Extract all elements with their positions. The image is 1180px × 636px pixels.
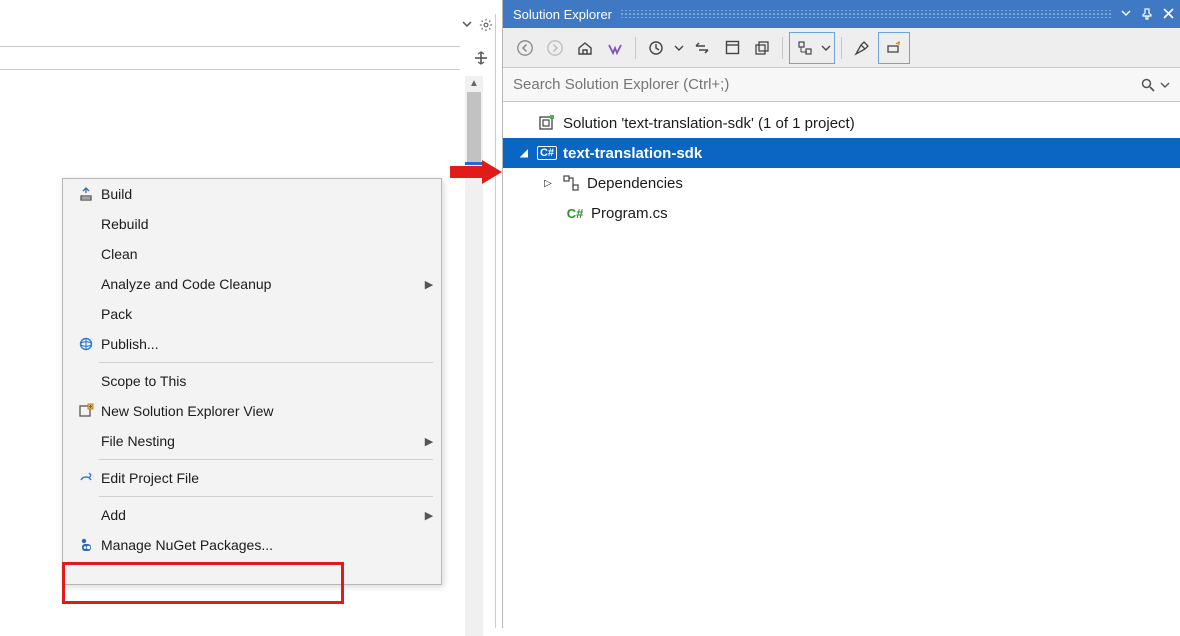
menu-item-file-nesting[interactable]: File Nesting▶: [63, 426, 441, 456]
submenu-arrow-icon: ▶: [417, 509, 441, 522]
menu-separator: [99, 459, 433, 460]
annotation-arrow: [448, 158, 504, 186]
file-name: Program.cs: [591, 205, 668, 222]
preview-selected-button[interactable]: [880, 34, 908, 62]
submenu-arrow-icon: ▶: [417, 435, 441, 448]
split-editor-icon[interactable]: [473, 50, 489, 66]
menu-item-rebuild[interactable]: Rebuild: [63, 209, 441, 239]
nav-back-button[interactable]: [511, 34, 539, 62]
filter-dropdown-icon[interactable]: [672, 34, 686, 62]
switch-views-button[interactable]: [601, 34, 629, 62]
panel-menu-icon[interactable]: [461, 18, 473, 32]
properties-button[interactable]: [848, 34, 876, 62]
publish-icon: [73, 336, 99, 352]
menu-item-label: Clean: [99, 246, 417, 262]
show-all-files-group: [789, 32, 835, 64]
menu-item-new-solution-explorer-view[interactable]: New Solution Explorer View: [63, 396, 441, 426]
tree-solution-node[interactable]: Solution 'text-translation-sdk' (1 of 1 …: [503, 108, 1180, 138]
tree-project-node[interactable]: ◢ C# text-translation-sdk: [503, 138, 1180, 168]
menu-item-label: Scope to This: [99, 373, 417, 389]
panel-grip[interactable]: [620, 10, 1113, 18]
menu-item-pack[interactable]: Pack: [63, 299, 441, 329]
project-context-menu: Build Rebuild Clean Analyze and Code Cleanu…: [62, 178, 442, 585]
search-input[interactable]: [513, 76, 1140, 93]
nuget-icon: [73, 537, 99, 553]
menu-item-label: Analyze and Code Cleanup: [99, 276, 417, 292]
panel-menu-dropdown-icon[interactable]: [1121, 8, 1131, 20]
search-icon[interactable]: [1140, 77, 1156, 93]
menu-item-label: Add: [99, 507, 417, 523]
close-icon[interactable]: [1163, 8, 1174, 20]
dependencies-icon: [561, 174, 581, 192]
menu-item-publish[interactable]: Publish...: [63, 329, 441, 359]
editor-breadcrumb-bar: [0, 46, 460, 70]
solution-explorer-titlebar[interactable]: Solution Explorer: [503, 0, 1180, 28]
show-all-files-button[interactable]: [791, 34, 819, 62]
menu-item-label: Build: [99, 186, 417, 202]
solution-explorer-toolbar: [503, 28, 1180, 68]
menu-item-label: New Solution Explorer View: [99, 403, 417, 419]
search-dropdown-icon[interactable]: [1160, 80, 1170, 90]
pending-changes-filter-button[interactable]: [642, 34, 670, 62]
home-button[interactable]: [571, 34, 599, 62]
menu-item-label: Manage NuGet Packages...: [99, 537, 417, 553]
solution-icon: [537, 114, 557, 132]
menu-item-label: Edit Project File: [99, 470, 417, 486]
solution-tree: Solution 'text-translation-sdk' (1 of 1 …: [503, 102, 1180, 628]
project-name: text-translation-sdk: [563, 145, 702, 162]
menu-item-clean[interactable]: Clean: [63, 239, 441, 269]
collapse-all-button[interactable]: [748, 34, 776, 62]
menu-item-label: Pack: [99, 306, 417, 322]
expand-toggle-icon[interactable]: ◢: [517, 148, 531, 159]
edit-icon: [73, 470, 99, 486]
panel-title: Solution Explorer: [513, 7, 612, 22]
tree-dependencies-node[interactable]: ▷ Dependencies: [503, 168, 1180, 198]
expand-toggle-icon[interactable]: ▷: [541, 178, 555, 189]
gear-icon[interactable]: [479, 18, 493, 32]
submenu-arrow-icon: ▶: [417, 278, 441, 291]
csharp-file-icon: C#: [565, 206, 585, 221]
menu-separator: [99, 496, 433, 497]
sync-active-button[interactable]: [688, 34, 716, 62]
menu-item-edit-project-file[interactable]: Edit Project File: [63, 463, 441, 493]
solution-explorer-search[interactable]: [503, 68, 1180, 102]
menu-item-label: Publish...: [99, 336, 417, 352]
menu-item-label: Rebuild: [99, 216, 417, 232]
solution-label: Solution 'text-translation-sdk' (1 of 1 …: [563, 115, 855, 132]
menu-item-label: File Nesting: [99, 433, 417, 449]
tree-file-node[interactable]: C# Program.cs: [503, 198, 1180, 228]
csharp-project-icon: C#: [537, 146, 557, 160]
menu-item-analyze-and-code-cleanup[interactable]: Analyze and Code Cleanup▶: [63, 269, 441, 299]
show-all-files-dropdown-icon[interactable]: [819, 34, 833, 62]
menu-item-manage-nuget-packages[interactable]: Manage NuGet Packages...: [63, 530, 441, 560]
menu-separator: [99, 362, 433, 363]
menu-item-add[interactable]: Add▶: [63, 500, 441, 530]
dependencies-label: Dependencies: [587, 175, 683, 192]
menu-item-scope-to-this[interactable]: Scope to This: [63, 366, 441, 396]
pin-icon[interactable]: [1141, 8, 1153, 20]
build-icon: [73, 186, 99, 202]
solution-explorer-panel: Solution Explorer: [502, 0, 1180, 628]
refresh-button[interactable]: [718, 34, 746, 62]
preview-selected-group: [878, 32, 910, 64]
menu-item-build[interactable]: Build: [63, 179, 441, 209]
new-view-icon: [73, 403, 99, 419]
nav-forward-button[interactable]: [541, 34, 569, 62]
